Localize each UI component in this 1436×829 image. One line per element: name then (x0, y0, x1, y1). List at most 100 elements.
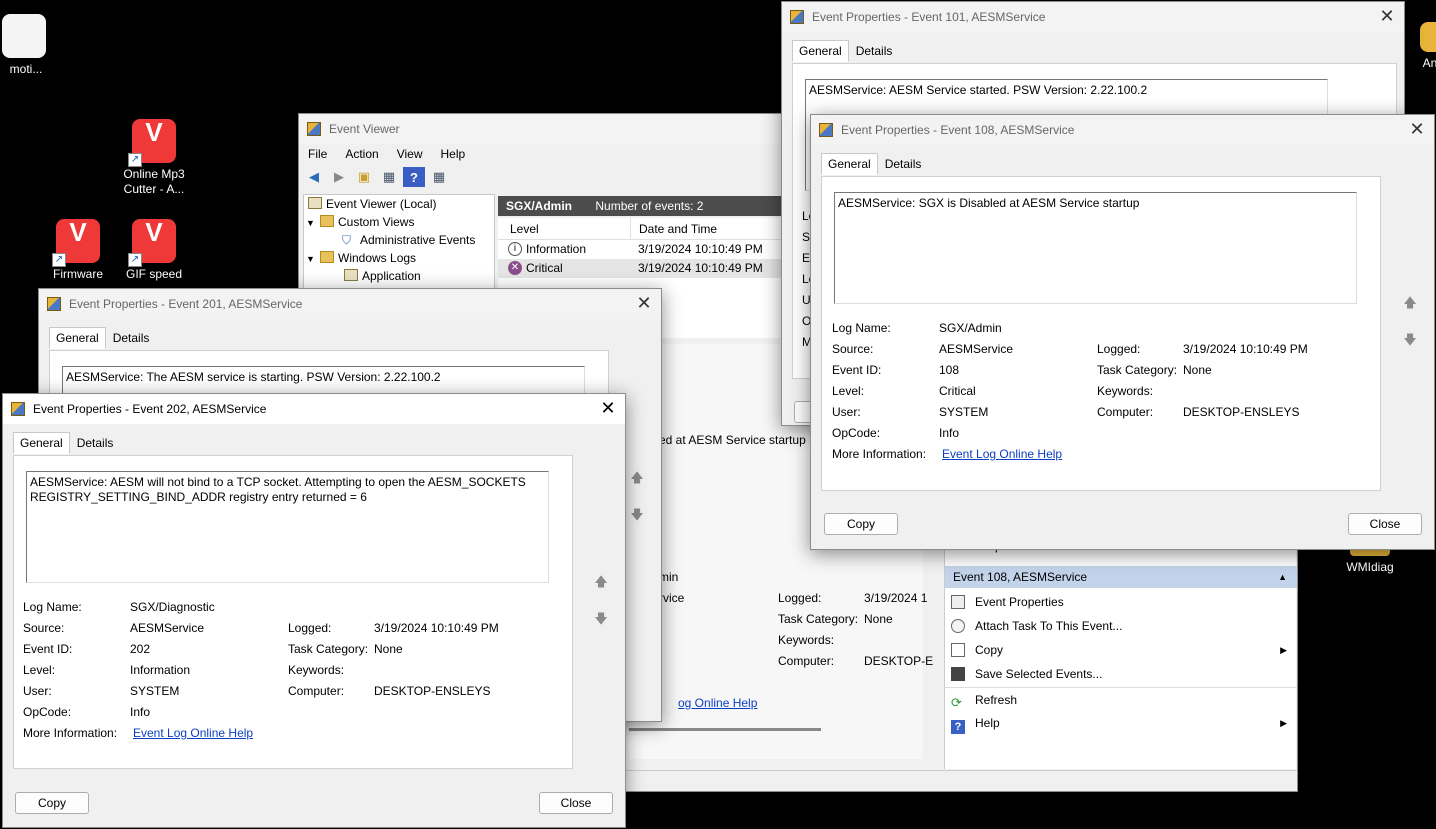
help-icon[interactable]: ? (403, 167, 425, 187)
close-icon[interactable]: ✕ (597, 398, 619, 420)
chevron-down-icon[interactable]: ▼ (306, 214, 320, 232)
action-save-selected-events[interactable]: Save Selected Events... (945, 662, 1297, 686)
vivaldi-icon: ↗ (128, 219, 176, 267)
close-icon[interactable]: ✕ (1376, 6, 1398, 28)
tree-item-windows-logs[interactable]: ▼ Windows Logs (304, 249, 494, 267)
actions-section-header[interactable]: Event 108, AESMService ▲ (945, 566, 1297, 588)
tree-item-label: Custom Views (338, 215, 415, 229)
event-201-titlebar[interactable]: Event Properties - Event 201, AESMServic… (39, 289, 661, 319)
action-event-properties[interactable]: Event Properties (945, 590, 1297, 614)
table-row[interactable]: ✕ Critical 3/19/2024 10:10:49 PM (498, 259, 783, 278)
computer-label: Computer: (1097, 405, 1154, 419)
desktop-icon-folder-an[interactable]: An (1410, 22, 1436, 71)
logged-label: Logged: (1097, 342, 1141, 356)
log-icon (344, 269, 358, 281)
source-label: Source: (23, 621, 65, 635)
next-event-arrow-icon[interactable]: 🡇 (592, 610, 610, 628)
menu-file[interactable]: File (299, 144, 336, 166)
level-label: Level: (832, 384, 865, 398)
log-name-title: SGX/Admin (506, 199, 573, 213)
desktop-icon-wmidiag[interactable]: WMIdiag (1330, 548, 1410, 575)
event-description[interactable]: AESMService: AESM will not bind to a TCP… (26, 471, 549, 583)
log-name-value: SGX/Diagnostic (130, 600, 215, 614)
next-event-arrow-icon[interactable]: 🡇 (628, 506, 646, 524)
preview-online-help-link[interactable]: og Online Help (678, 696, 757, 710)
event-viewer-icon (11, 402, 25, 416)
up-folder-icon[interactable]: ▣ (353, 167, 375, 187)
desktop-icon-firmware[interactable]: ↗ Firmware (38, 219, 118, 282)
action-help[interactable]: ? Help ▶ (945, 711, 1297, 735)
next-event-arrow-icon[interactable]: 🡇 (1401, 331, 1419, 349)
event-viewer-icon (790, 10, 804, 24)
window-title: Event Properties - Event 108, AESMServic… (841, 123, 1075, 137)
tree-item-custom-views[interactable]: ▼ Custom Views (304, 213, 494, 231)
action-refresh[interactable]: ⟳ Refresh (945, 687, 1297, 711)
desktop-icon-label: GIF speed (125, 267, 183, 281)
menu-help[interactable]: Help (432, 144, 475, 166)
back-icon[interactable]: ◀ (303, 167, 325, 187)
close-icon[interactable]: ✕ (1406, 119, 1428, 141)
show-hide-tree-icon[interactable]: ▦ (378, 167, 400, 187)
collapse-up-icon[interactable]: ▲ (1278, 566, 1287, 588)
tab-general[interactable]: General (49, 327, 106, 349)
previous-event-arrow-icon[interactable]: 🡅 (592, 573, 610, 591)
desktop-icon-label: An (1422, 56, 1436, 70)
opcode-label: OpCode: (23, 705, 72, 719)
preview-source-fragment: rvice (659, 591, 685, 605)
desktop-icon-java[interactable]: moti... (0, 14, 58, 77)
tab-details[interactable]: Details (849, 40, 900, 62)
horizontal-scrollbar[interactable] (629, 728, 821, 731)
tree-item-application[interactable]: Application (304, 267, 494, 285)
user-label: User: (23, 684, 52, 698)
tab-general[interactable]: General (13, 432, 70, 454)
task-category-value: None (374, 642, 403, 656)
previous-event-arrow-icon[interactable]: 🡅 (628, 469, 646, 487)
column-level[interactable]: Level (510, 218, 539, 240)
desktop-icon-online-mp3-cutter[interactable]: ↗ Online Mp3 Cutter - A... (114, 119, 194, 197)
action-label: Copy (975, 643, 1004, 657)
event-108-titlebar[interactable]: Event Properties - Event 108, AESMServic… (811, 115, 1434, 145)
tab-general[interactable]: General (792, 40, 849, 62)
copy-button[interactable]: Copy (824, 513, 898, 535)
close-icon[interactable]: ✕ (633, 293, 655, 315)
more-information-label: More Information: (832, 447, 927, 461)
desktop-icon-gif-speed[interactable]: ↗ GIF speed (114, 219, 194, 282)
column-date-time[interactable]: Date and Time (630, 218, 717, 240)
tree-item-label: Windows Logs (338, 251, 417, 265)
preview-computer-label: Computer: (778, 654, 835, 668)
action-copy[interactable]: Copy ▶ (945, 638, 1297, 662)
preview-task-value: None (864, 612, 893, 626)
close-button[interactable]: Close (1348, 513, 1422, 535)
forward-icon[interactable]: ▶ (328, 167, 350, 187)
menu-view[interactable]: View (388, 144, 432, 166)
tab-details[interactable]: Details (878, 153, 929, 175)
tab-details[interactable]: Details (106, 327, 157, 349)
event-101-titlebar[interactable]: Event Properties - Event 101, AESMServic… (782, 2, 1404, 32)
preview-logged-label: Logged: (778, 591, 822, 605)
tab-general[interactable]: General (821, 153, 878, 175)
tree-item-label: Event Viewer (Local) (326, 197, 437, 211)
tree-item-root[interactable]: Event Viewer (Local) (304, 195, 494, 213)
event-log-online-help-link[interactable]: Event Log Online Help (942, 447, 1062, 461)
log-name-label: Log Name: (23, 600, 82, 614)
action-attach-task[interactable]: Attach Task To This Event... (945, 614, 1297, 638)
close-button[interactable]: Close (539, 792, 613, 814)
tree-item-administrative-events[interactable]: ⛉ Administrative Events (304, 231, 494, 249)
event-log-online-help-link[interactable]: Event Log Online Help (133, 726, 253, 740)
shortcut-arrow-icon: ↗ (128, 253, 142, 267)
chevron-down-icon[interactable]: ▼ (306, 250, 320, 268)
event-description[interactable]: AESMService: SGX is Disabled at AESM Ser… (834, 192, 1357, 304)
preview-logged-value: 3/19/2024 1 (864, 591, 928, 605)
show-hide-action-pane-icon[interactable]: ▦ (428, 167, 450, 187)
menu-action[interactable]: Action (336, 144, 387, 166)
copy-button[interactable]: Copy (15, 792, 89, 814)
event-202-titlebar[interactable]: Event Properties - Event 202, AESMServic… (3, 394, 625, 424)
event-level: Information (526, 242, 587, 256)
logged-label: Logged: (288, 621, 332, 635)
tab-details[interactable]: Details (70, 432, 121, 454)
log-name-label: Log Name: (832, 321, 891, 335)
user-value: SYSTEM (939, 405, 989, 419)
previous-event-arrow-icon[interactable]: 🡅 (1401, 294, 1419, 312)
table-row[interactable]: i Information 3/19/2024 10:10:49 PM (498, 240, 783, 259)
task-category-label: Task Category: (1097, 363, 1178, 377)
